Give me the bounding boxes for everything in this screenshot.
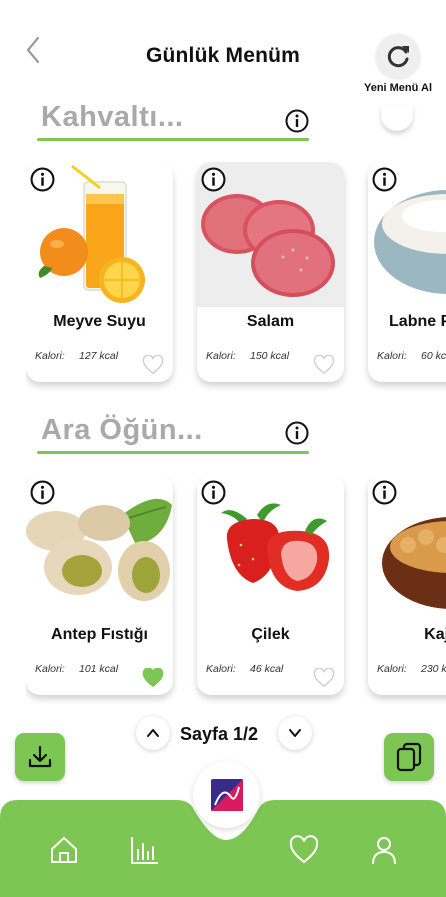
calorie-value: 60 kcal xyxy=(421,350,446,362)
chevron-down-icon xyxy=(289,729,301,737)
calorie-value: 150 kcal xyxy=(250,350,290,362)
nav-favorites[interactable] xyxy=(288,834,320,866)
section-underline xyxy=(37,138,309,141)
calorie-label: Kalori: xyxy=(35,350,65,362)
section-underline xyxy=(37,451,309,454)
calorie-label: Kalori: xyxy=(206,350,236,362)
calorie-label: Kalori: xyxy=(377,663,407,675)
heart-icon-filled[interactable] xyxy=(142,668,164,688)
calorie-label: Kalori: xyxy=(35,663,65,675)
info-icon[interactable] xyxy=(372,167,397,192)
page-indicator: Sayfa 1/2 xyxy=(180,724,259,744)
snack-card-row[interactable]: Antep Fıstığı Kalori: 101 kcal Çilek Kal… xyxy=(26,475,446,705)
food-name: Kaju xyxy=(424,626,446,643)
nav-stats[interactable] xyxy=(129,834,161,866)
new-menu-button[interactable]: Yeni Menü Al xyxy=(356,34,440,94)
section-title-breakfast: Kahvaltı... xyxy=(41,101,184,133)
pager: Sayfa 1/2 xyxy=(136,716,314,750)
food-card[interactable]: Kaju Kalori: 230 kcal xyxy=(368,475,446,695)
info-icon[interactable] xyxy=(30,167,55,192)
nav-home[interactable] xyxy=(48,834,80,866)
download-button[interactable] xyxy=(15,733,65,781)
page-up-button[interactable] xyxy=(136,716,170,750)
food-name: Antep Fıstığı xyxy=(51,626,148,643)
info-icon[interactable] xyxy=(285,109,309,133)
heart-icon xyxy=(289,835,319,864)
food-name: Çilek xyxy=(251,626,290,643)
heart-icon[interactable] xyxy=(313,668,335,688)
calorie-value: 127 kcal xyxy=(79,350,119,362)
nav-profile[interactable] xyxy=(368,834,400,866)
food-card[interactable]: Antep Fıstığı Kalori: 101 kcal xyxy=(26,475,173,695)
app-logo xyxy=(210,778,243,811)
food-card[interactable]: Meyve Suyu Kalori: 127 kcal xyxy=(26,162,173,382)
heart-icon[interactable] xyxy=(313,355,335,375)
food-card[interactable]: Salam Kalori: 150 kcal xyxy=(197,162,344,382)
home-icon xyxy=(51,837,77,863)
calorie-value: 230 kcal xyxy=(421,663,446,675)
scroll-handle[interactable] xyxy=(381,105,413,131)
info-icon[interactable] xyxy=(201,480,226,505)
download-icon xyxy=(28,745,52,768)
breakfast-card-row[interactable]: Meyve Suyu Kalori: 127 kcal Salam Kalori… xyxy=(26,162,446,392)
center-logo-button[interactable] xyxy=(193,761,260,828)
info-icon[interactable] xyxy=(30,480,55,505)
copy-button[interactable] xyxy=(384,733,434,781)
calorie-label: Kalori: xyxy=(377,350,407,362)
refresh-label: Yeni Menü Al xyxy=(363,82,433,94)
food-card[interactable]: Labne Peyniri Kalori: 60 kcal xyxy=(368,162,446,382)
info-icon[interactable] xyxy=(285,421,309,445)
refresh-button[interactable] xyxy=(376,34,420,78)
section-title-snack: Ara Öğün... xyxy=(41,414,203,446)
food-name: Meyve Suyu xyxy=(53,313,146,330)
chevron-up-icon xyxy=(147,729,159,737)
food-name: Labne Peyniri xyxy=(389,313,446,330)
user-icon xyxy=(372,837,396,865)
copy-icon xyxy=(396,742,422,772)
info-icon[interactable] xyxy=(372,480,397,505)
page-down-button[interactable] xyxy=(278,716,312,750)
chart-icon xyxy=(131,837,158,864)
calorie-label: Kalori: xyxy=(206,663,236,675)
calorie-value: 46 kcal xyxy=(250,663,284,675)
heart-icon[interactable] xyxy=(142,355,164,375)
food-name: Salam xyxy=(246,313,295,330)
info-icon[interactable] xyxy=(201,167,226,192)
food-card[interactable]: Çilek Kalori: 46 kcal xyxy=(197,475,344,695)
refresh-icon xyxy=(387,46,409,68)
calorie-value: 101 kcal xyxy=(79,663,119,675)
